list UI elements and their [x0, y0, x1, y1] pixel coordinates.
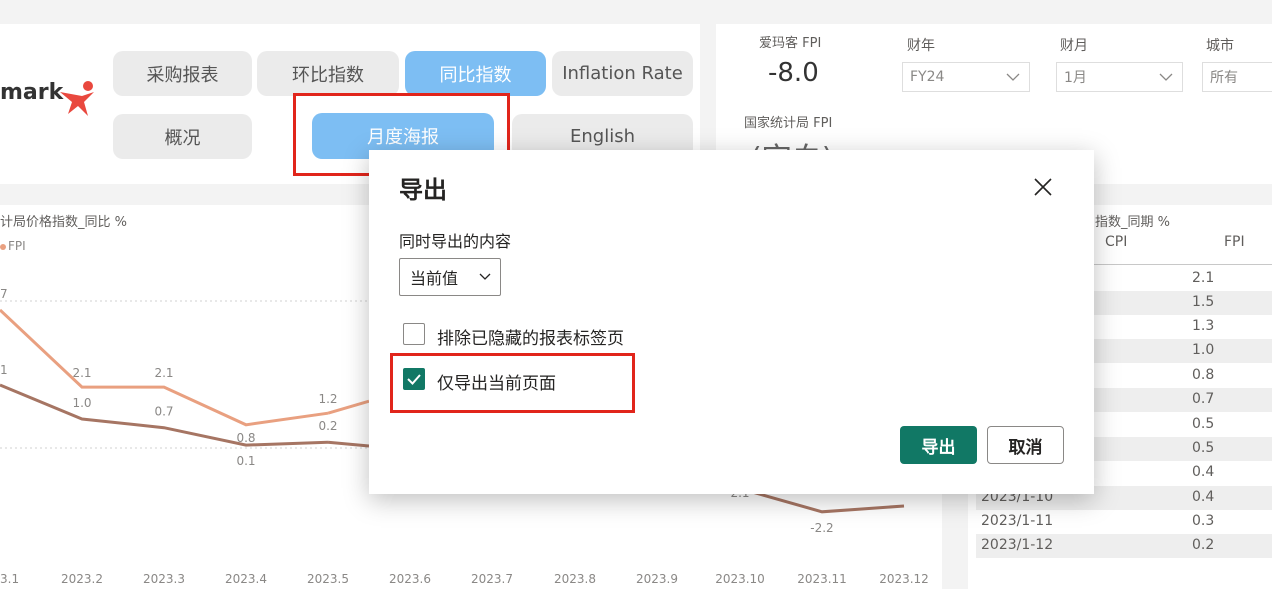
city-value: 所有: [1210, 70, 1238, 86]
table-title: 指数_同期 %: [1095, 215, 1170, 230]
exclude-hidden-checkbox[interactable]: [403, 323, 425, 345]
exclude-hidden-label: 排除已隐藏的报表标签页: [437, 329, 624, 349]
chevron-down-icon: [479, 273, 491, 280]
table-header-cpi: CPI: [1105, 234, 1128, 250]
fiscal-month-slicer[interactable]: 1月: [1056, 62, 1183, 92]
chevron-down-icon: [1159, 73, 1173, 81]
export-content-label: 同时导出的内容: [399, 232, 512, 251]
dialog-title: 导出: [399, 176, 447, 204]
series-line: [327, 440, 370, 448]
data-label: 1.2: [318, 392, 337, 406]
x-tick-label: 2023.3: [143, 572, 185, 586]
table-row: 2023/1-12 0.2: [976, 534, 1272, 558]
data-label: 0.7: [154, 405, 173, 419]
chevron-down-icon: [1006, 73, 1020, 81]
x-tick-label: 2023.8: [554, 572, 596, 586]
table-header-fpi: FPI: [1224, 234, 1245, 250]
data-label: 7: [0, 287, 8, 301]
export-dialog: 导出 同时导出的内容 当前值 排除已隐藏的报表标签页 仅导出当前页面 导出 取消: [369, 150, 1094, 494]
x-tick-label: 3.1: [0, 572, 19, 586]
data-label: 1: [0, 363, 8, 377]
data-label: 0.1: [236, 454, 255, 468]
x-tick-label: 2023.7: [471, 572, 513, 586]
table-row: 2023/1-11 0.3: [981, 513, 1215, 529]
fiscal-month-label: 财月: [1060, 38, 1088, 54]
export-content-value: 当前值: [410, 269, 459, 288]
x-tick-label: 2023.4: [225, 572, 267, 586]
x-tick-label: 2023.10: [715, 572, 765, 586]
export-button[interactable]: 导出: [900, 426, 977, 464]
city-slicer[interactable]: 所有: [1202, 62, 1272, 92]
city-label: 城市: [1206, 38, 1234, 54]
data-label: 0.2: [318, 419, 337, 433]
highlight-box-current-page-option: [390, 353, 635, 413]
x-tick-label: 2023.6: [389, 572, 431, 586]
data-label: -2.2: [810, 521, 833, 535]
export-content-dropdown[interactable]: 当前值: [399, 258, 501, 296]
x-tick-label: 2023.5: [307, 572, 349, 586]
x-tick-label: 2023.12: [879, 572, 929, 586]
data-label: 2.1: [72, 366, 91, 380]
close-icon[interactable]: [1032, 176, 1054, 198]
data-label: 1.0: [72, 396, 91, 410]
cancel-button[interactable]: 取消: [987, 426, 1064, 464]
data-label: 2.1: [154, 366, 173, 380]
x-tick-label: 2023.11: [797, 572, 847, 586]
fiscal-month-value: 1月: [1064, 70, 1087, 86]
x-tick-label: 2023.2: [61, 572, 103, 586]
x-tick-label: 2023.9: [636, 572, 678, 586]
